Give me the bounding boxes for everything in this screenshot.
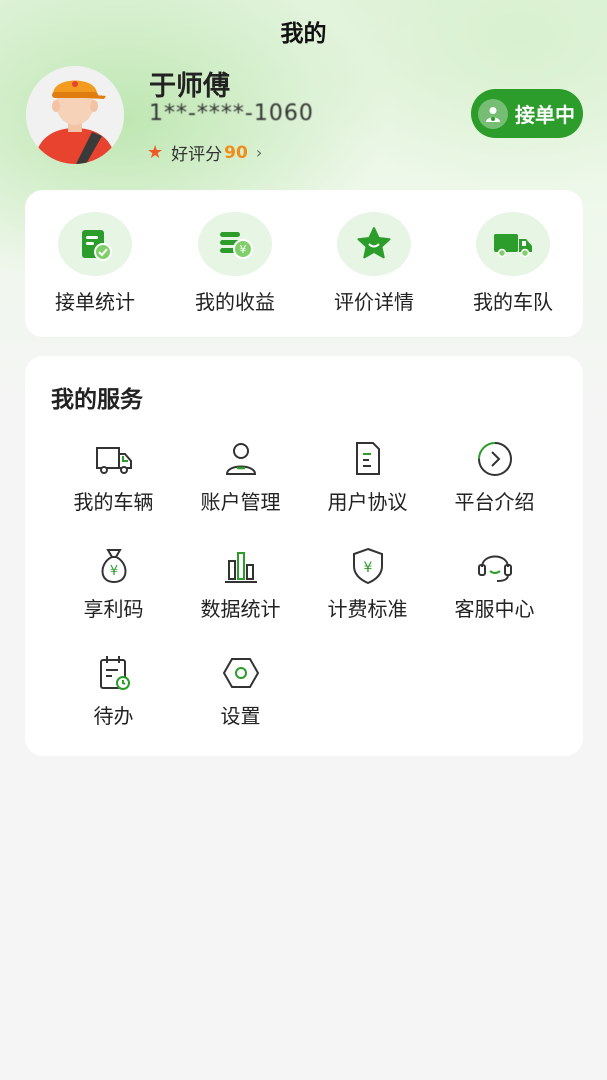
service-settings[interactable]: 设置 xyxy=(177,652,304,729)
quick-action-fleet[interactable]: 我的车队 xyxy=(443,212,583,315)
quick-actions-card: 接单统计 ¥ 我的收益 评价详情 我的车队 xyxy=(25,190,583,337)
rating-label: 好评分 xyxy=(171,145,223,165)
service-data-stats[interactable]: 数据统计 xyxy=(177,545,304,622)
service-label: 我的车辆 xyxy=(73,490,154,514)
calendar-clock-icon xyxy=(99,656,130,690)
quick-action-earnings[interactable]: ¥ 我的收益 xyxy=(165,212,305,315)
service-account[interactable]: 账户管理 xyxy=(177,438,304,515)
driver-avatar-icon xyxy=(26,66,124,164)
service-my-vehicle[interactable]: 我的车辆 xyxy=(50,438,177,515)
document-icon xyxy=(355,442,380,475)
earnings-icon: ¥ xyxy=(220,232,253,259)
service-label: 数据统计 xyxy=(200,597,281,621)
driver-status-icon xyxy=(478,98,508,129)
svg-text:¥: ¥ xyxy=(109,564,117,579)
quick-action-order-stats[interactable]: 接单统计 xyxy=(25,212,165,315)
money-bag-icon: ¥ xyxy=(101,549,126,584)
avatar[interactable] xyxy=(26,66,124,164)
bar-chart-icon xyxy=(224,552,257,583)
user-name: 于师傅 xyxy=(149,71,230,102)
headset-icon xyxy=(477,555,512,582)
services-title: 我的服务 xyxy=(51,387,143,413)
service-label: 用户协议 xyxy=(327,490,408,514)
service-label: 计费标准 xyxy=(327,597,408,621)
settings-icon xyxy=(222,658,259,688)
star-icon: ★ xyxy=(147,142,164,163)
services-card: 我的服务 我的车辆 账户管理 用户协议 平台介绍 ¥ 享利码 数据统计 ¥ 计费… xyxy=(25,356,583,756)
rating-link[interactable]: ★ 好评分 90 › xyxy=(147,140,262,165)
vehicle-icon xyxy=(95,447,132,474)
quick-action-reviews[interactable]: 评价详情 xyxy=(304,212,444,315)
star-icon xyxy=(357,227,391,259)
service-todo[interactable]: 待办 xyxy=(50,652,177,729)
quick-action-label: 评价详情 xyxy=(334,290,414,314)
shield-yen-icon: ¥ xyxy=(352,547,383,585)
service-label: 待办 xyxy=(93,704,134,728)
chevron-right-icon: › xyxy=(255,143,263,162)
rating-score: 90 xyxy=(224,142,248,163)
service-agreement[interactable]: 用户协议 xyxy=(304,438,431,515)
service-pricing[interactable]: ¥ 计费标准 xyxy=(304,545,431,622)
user-phone: 1**-****-1060 xyxy=(149,101,314,126)
order-stats-icon xyxy=(82,230,112,261)
service-benefit-code[interactable]: ¥ 享利码 xyxy=(50,545,177,622)
service-label: 享利码 xyxy=(83,597,144,621)
order-status-toggle[interactable]: 接单中 xyxy=(471,89,583,138)
page-title: 我的 xyxy=(280,21,327,47)
service-label: 设置 xyxy=(220,704,261,728)
status-label: 接单中 xyxy=(515,103,575,127)
svg-text:¥: ¥ xyxy=(363,560,372,576)
user-icon xyxy=(225,443,256,475)
quick-action-label: 接单统计 xyxy=(55,290,135,314)
service-label: 账户管理 xyxy=(200,490,281,514)
service-platform-intro[interactable]: 平台介绍 xyxy=(431,438,558,515)
quick-action-label: 我的车队 xyxy=(473,290,553,314)
service-label: 客服中心 xyxy=(454,597,535,621)
quick-action-label: 我的收益 xyxy=(195,290,275,314)
service-label: 平台介绍 xyxy=(454,490,535,514)
arrow-circle-icon xyxy=(477,442,512,476)
service-customer-center[interactable]: 客服中心 xyxy=(431,545,558,622)
truck-icon xyxy=(494,234,532,258)
svg-text:¥: ¥ xyxy=(240,243,247,256)
